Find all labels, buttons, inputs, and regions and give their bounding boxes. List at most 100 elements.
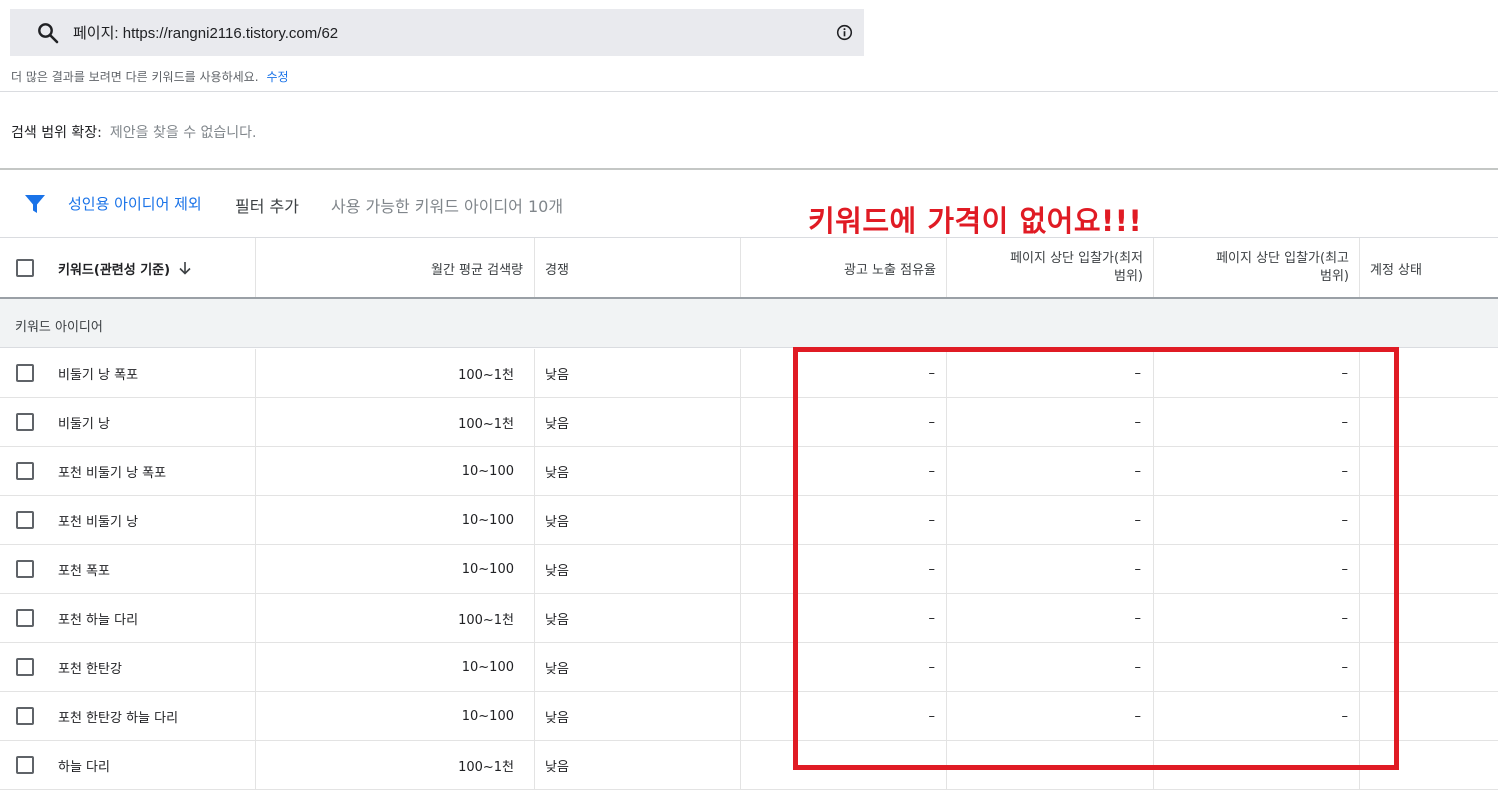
column-divider [255, 349, 256, 397]
column-divider [534, 741, 535, 789]
bid-low-label-line1: 페이지 상단 입찰가(최저 [1010, 251, 1143, 266]
cell-bid-low [947, 741, 1141, 789]
column-header-account-status-label: 계정 상태 [1370, 262, 1422, 278]
table-header: 키워드(관련성 기준) 월간 평균 검색량 경쟁 광고 노출 점유율 페이지 상… [0, 238, 1498, 298]
cell-competition: 낮음 [545, 465, 569, 481]
table-row[interactable]: 포천 비둘기 낭 10~100 낮음 – – – [0, 496, 1498, 545]
row-checkbox[interactable] [16, 658, 34, 676]
search-query-text[interactable]: 페이지: https://rangni2116.tistory.com/62 [73, 22, 338, 43]
cell-keyword: 하늘 다리 [58, 759, 110, 775]
search-hint: 더 많은 결과를 보려면 다른 키워드를 사용하세요. 수정 [11, 68, 289, 85]
cell-competition: 낮음 [545, 661, 569, 677]
exclude-adult-ideas-link[interactable]: 성인용 아이디어 제외 [68, 193, 202, 214]
column-header-impression-share[interactable]: 광고 노출 점유율 [741, 238, 936, 298]
annotation-text: 키워드에 가격이 없어요!!! [808, 204, 1143, 238]
cell-bid-high: – [1341, 610, 1349, 626]
column-divider [1153, 238, 1154, 298]
cell-impression-share: – [928, 561, 936, 577]
table-row[interactable]: 포천 비둘기 낭 폭포 10~100 낮음 – – – [0, 447, 1498, 496]
column-divider [1153, 741, 1154, 789]
table-row[interactable]: 비둘기 낭 100~1천 낮음 – – – [0, 398, 1498, 447]
column-header-competition[interactable]: 경쟁 [545, 238, 735, 298]
column-divider [255, 447, 256, 495]
column-divider [740, 496, 741, 544]
column-divider [1153, 398, 1154, 446]
cell-keyword: 포천 한탄강 [58, 661, 122, 677]
table-row[interactable]: 포천 한탄강 하늘 다리 10~100 낮음 – – – [0, 692, 1498, 741]
filter-icon[interactable] [24, 193, 46, 215]
column-divider [1359, 545, 1360, 593]
table-row[interactable]: 포천 폭포 10~100 낮음 – – – [0, 545, 1498, 594]
cell-keyword: 포천 하늘 다리 [58, 612, 139, 628]
column-divider [946, 594, 947, 642]
arrow-down-icon[interactable] [178, 261, 192, 275]
table-row[interactable]: 하늘 다리 100~1천 낮음 [0, 741, 1498, 790]
cell-bid-high: – [1341, 659, 1349, 675]
keyword-ideas-count: 사용 가능한 키워드 아이디어 10개 [331, 197, 564, 216]
cell-competition: 낮음 [545, 416, 569, 432]
cell-monthly-searches: 10~100 [461, 561, 514, 577]
cell-bid-low: – [1134, 610, 1142, 626]
column-divider [1153, 594, 1154, 642]
row-checkbox[interactable] [16, 609, 34, 627]
row-checkbox[interactable] [16, 462, 34, 480]
column-divider [946, 545, 947, 593]
column-divider [534, 238, 535, 298]
cell-keyword: 포천 폭포 [58, 563, 110, 579]
cell-bid-high: – [1341, 365, 1349, 381]
cell-competition: 낮음 [545, 759, 569, 775]
column-divider [1359, 643, 1360, 691]
row-checkbox[interactable] [16, 511, 34, 529]
column-header-account-status[interactable]: 계정 상태 [1370, 238, 1490, 298]
group-label: 키워드 아이디어 [15, 320, 103, 335]
table-row[interactable]: 포천 한탄강 10~100 낮음 – – – [0, 643, 1498, 692]
cell-monthly-searches: 100~1천 [458, 612, 514, 628]
column-divider [1153, 496, 1154, 544]
column-divider [740, 692, 741, 740]
column-divider [1359, 741, 1360, 789]
column-divider [534, 594, 535, 642]
column-header-keyword[interactable]: 키워드(관련성 기준) [58, 238, 254, 298]
row-checkbox[interactable] [16, 707, 34, 725]
column-divider [946, 643, 947, 691]
cell-bid-low: – [1134, 708, 1142, 724]
column-header-keyword-label: 키워드(관련성 기준) [58, 262, 171, 278]
cell-bid-high: – [1341, 708, 1349, 724]
column-header-monthly-searches[interactable]: 월간 평균 검색량 [256, 238, 523, 298]
row-checkbox[interactable] [16, 364, 34, 382]
cell-bid-low: – [1134, 561, 1142, 577]
table-row[interactable]: 비둘기 낭 폭포 100~1천 낮음 – – – [0, 349, 1498, 398]
add-filter-button[interactable]: 필터 추가 [235, 193, 299, 217]
search-bar[interactable]: 페이지: https://rangni2116.tistory.com/62 [10, 9, 864, 56]
cell-bid-low: – [1134, 463, 1142, 479]
select-all-checkbox[interactable] [16, 259, 34, 277]
column-divider [740, 398, 741, 446]
cell-impression-share: – [928, 512, 936, 528]
column-divider [740, 447, 741, 495]
cell-bid-low: – [1134, 512, 1142, 528]
column-header-bid-high-label: 페이지 상단 입찰가(최고 범위) [1216, 250, 1349, 286]
cell-impression-share: – [928, 659, 936, 675]
info-icon[interactable] [836, 24, 853, 41]
row-checkbox[interactable] [16, 413, 34, 431]
cell-impression-share: – [928, 414, 936, 430]
cell-monthly-searches: 10~100 [461, 512, 514, 528]
column-header-bid-high[interactable]: 페이지 상단 입찰가(최고 범위) [1154, 238, 1349, 298]
column-header-bid-low[interactable]: 페이지 상단 입찰가(최저 범위) [947, 238, 1143, 298]
cell-keyword: 비둘기 낭 폭포 [58, 367, 139, 383]
column-divider [946, 349, 947, 397]
column-divider [1359, 398, 1360, 446]
cell-monthly-searches: 10~100 [461, 463, 514, 479]
edit-link[interactable]: 수정 [267, 70, 289, 84]
table-row[interactable]: 포천 하늘 다리 100~1천 낮음 – – – [0, 594, 1498, 643]
column-divider [534, 349, 535, 397]
cell-impression-share [741, 741, 935, 789]
hint-text: 더 많은 결과를 보려면 다른 키워드를 사용하세요. [11, 70, 259, 84]
expand-search-label: 검색 범위 확장: [11, 125, 102, 141]
column-divider [255, 741, 256, 789]
column-divider [534, 545, 535, 593]
row-checkbox[interactable] [16, 756, 34, 774]
search-icon [38, 23, 59, 44]
cell-impression-share: – [928, 365, 936, 381]
row-checkbox[interactable] [16, 560, 34, 578]
